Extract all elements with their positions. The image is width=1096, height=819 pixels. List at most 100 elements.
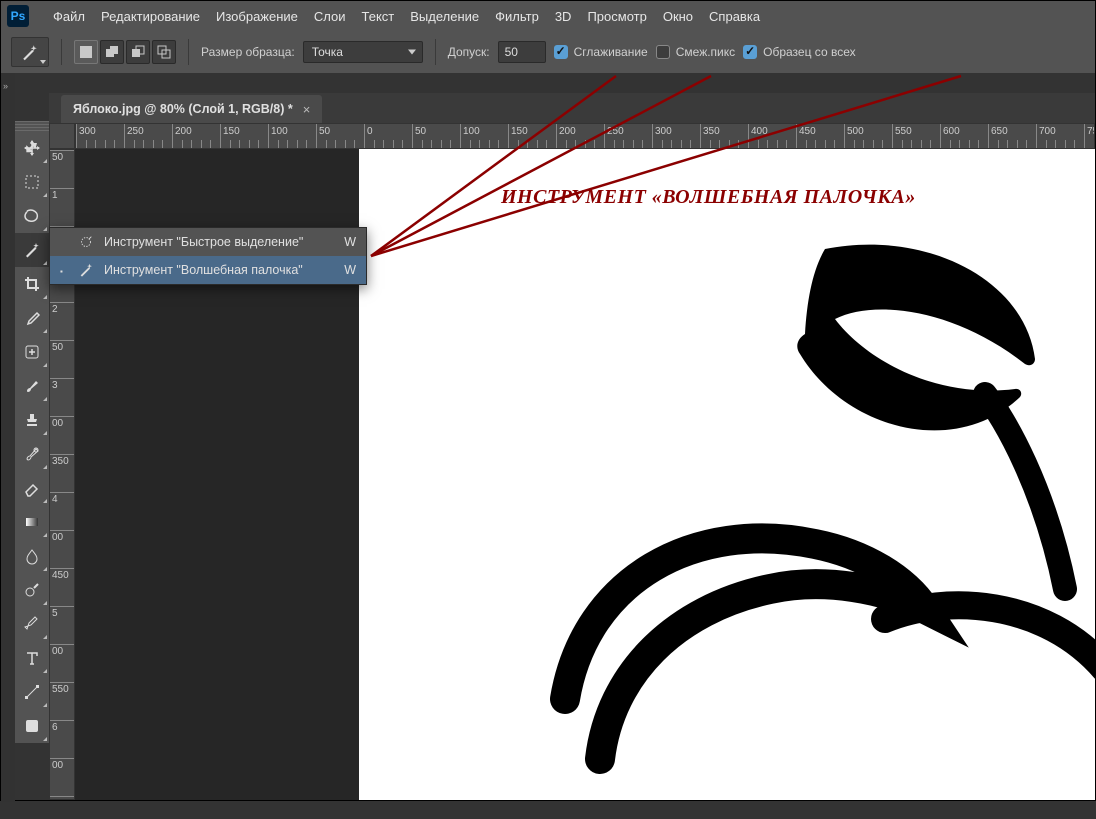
tool-move[interactable] [15,131,49,165]
tool-flyout-menu[interactable]: Инструмент "Быстрое выделение"WИнструмен… [49,227,367,285]
menu-изображение[interactable]: Изображение [208,5,306,28]
ruler-tick-label: 350 [52,456,69,467]
ruler-tick-label: 200 [175,126,192,137]
ruler-tick-label: 6 [52,722,58,733]
selection-add[interactable] [100,40,124,64]
flyout-shortcut: W [344,235,356,249]
active-indicator [60,263,68,277]
tool-preset-picker[interactable] [11,37,49,67]
ruler-tick-label: 300 [79,126,96,137]
flyout-label: Инструмент "Быстрое выделение" [104,235,336,249]
flyout-item[interactable]: Инструмент "Быстрое выделение" W [50,228,366,256]
menu-3d[interactable]: 3D [547,5,580,28]
flyout-label: Инструмент "Волшебная палочка" [104,263,336,277]
menu-файл[interactable]: Файл [45,5,93,28]
menu-текст[interactable]: Текст [354,5,403,28]
ruler-tick-label: 100 [271,126,288,137]
menu-слои[interactable]: Слои [306,5,354,28]
menu-выделение[interactable]: Выделение [402,5,487,28]
horizontal-ruler[interactable]: 3002502001501005005010015020025030035040… [75,123,1095,149]
ruler-tick-label: 650 [991,126,1008,137]
ruler-tick-label: 150 [511,126,528,137]
tool-stamp[interactable] [15,403,49,437]
sample-all-label: Образец со всех [763,45,855,59]
ruler-tick-label: 2 [52,304,58,315]
flyout-shortcut: W [344,263,356,277]
tool-type[interactable] [15,641,49,675]
document-tab[interactable]: Яблоко.jpg @ 80% (Слой 1, RGB/8) * × [61,95,322,123]
tool-brush[interactable] [15,369,49,403]
tool-eraser[interactable] [15,471,49,505]
ruler-tick-label: 4 [52,494,58,505]
close-tab-icon[interactable]: × [303,102,311,117]
menu-фильтр[interactable]: Фильтр [487,5,547,28]
sample-size-dropdown[interactable]: Точка [303,41,423,63]
menu-просмотр[interactable]: Просмотр [579,5,654,28]
dodge-icon [23,581,41,599]
tool-blur[interactable] [15,539,49,573]
tool-wand[interactable] [15,233,49,267]
antialias-checkbox[interactable]: Сглаживание [554,45,648,59]
selection-intersect[interactable] [152,40,176,64]
tolerance-input[interactable]: 50 [498,41,546,63]
divider [61,39,62,65]
ruler-tick-label: 600 [943,126,960,137]
brush-icon [23,377,41,395]
toolbox-grip[interactable] [15,121,49,131]
ruler-tick-label: 450 [799,126,816,137]
expand-panels-icon: » [3,81,8,91]
ruler-tick-label: 550 [52,684,69,695]
tool-marquee[interactable] [15,165,49,199]
heal-icon [23,343,41,361]
ruler-tick-label: 350 [703,126,720,137]
ruler-tick-label: 700 [1039,126,1056,137]
tool-dodge[interactable] [15,573,49,607]
menu-справка[interactable]: Справка [701,5,768,28]
tool-crop[interactable] [15,267,49,301]
tool-heal[interactable] [15,335,49,369]
crop-icon [23,275,41,293]
divider [188,39,189,65]
document-tabs: Яблоко.jpg @ 80% (Слой 1, RGB/8) * × [49,93,1095,123]
tool-lasso[interactable] [15,199,49,233]
antialias-label: Сглаживание [574,45,648,59]
ruler-tick-label: 6 [52,798,58,800]
ruler-tick-label: 50 [52,342,63,353]
ruler-origin[interactable] [49,123,75,149]
eraser-icon [23,479,41,497]
ruler-tick-label: 150 [223,126,240,137]
tool-eyedrop[interactable] [15,301,49,335]
type-icon [23,649,41,667]
photoshop-logo: Ps [7,5,29,27]
ruler-tick-label: 1 [52,190,58,201]
ruler-tick-label: 550 [895,126,912,137]
ruler-tick-label: 300 [655,126,672,137]
tool-gradient[interactable] [15,505,49,539]
path-icon [23,683,41,701]
sample-all-checkbox[interactable]: Образец со всех [743,45,855,59]
selection-subtract[interactable] [126,40,150,64]
tolerance-label: Допуск: [448,45,490,59]
menu-редактирование[interactable]: Редактирование [93,5,208,28]
ruler-tick-label: 5 [52,608,58,619]
ruler-tick-label: 0 [367,126,373,137]
apple-artwork [505,199,1096,819]
history-icon [23,445,41,463]
checkbox-checked-icon [554,45,568,59]
ruler-tick-label: 00 [52,418,63,429]
ruler-tick-label: 100 [463,126,480,137]
menu-окно[interactable]: Окно [655,5,701,28]
ruler-tick-label: 00 [52,532,63,543]
checkbox-unchecked-icon [656,45,670,59]
tool-path[interactable] [15,675,49,709]
document-canvas[interactable] [359,149,1095,800]
flyout-item[interactable]: Инструмент "Волшебная палочка" W [50,256,366,284]
contiguous-checkbox[interactable]: Смеж.пикс [656,45,735,59]
selection-new[interactable] [74,40,98,64]
tool-shape[interactable] [15,709,49,743]
panel-collapse-strip[interactable]: » [1,73,15,802]
tool-pen[interactable] [15,607,49,641]
tool-history[interactable] [15,437,49,471]
menubar: Ps ФайлРедактированиеИзображениеСлоиТекс… [1,1,1095,31]
ruler-tick-label: 250 [127,126,144,137]
